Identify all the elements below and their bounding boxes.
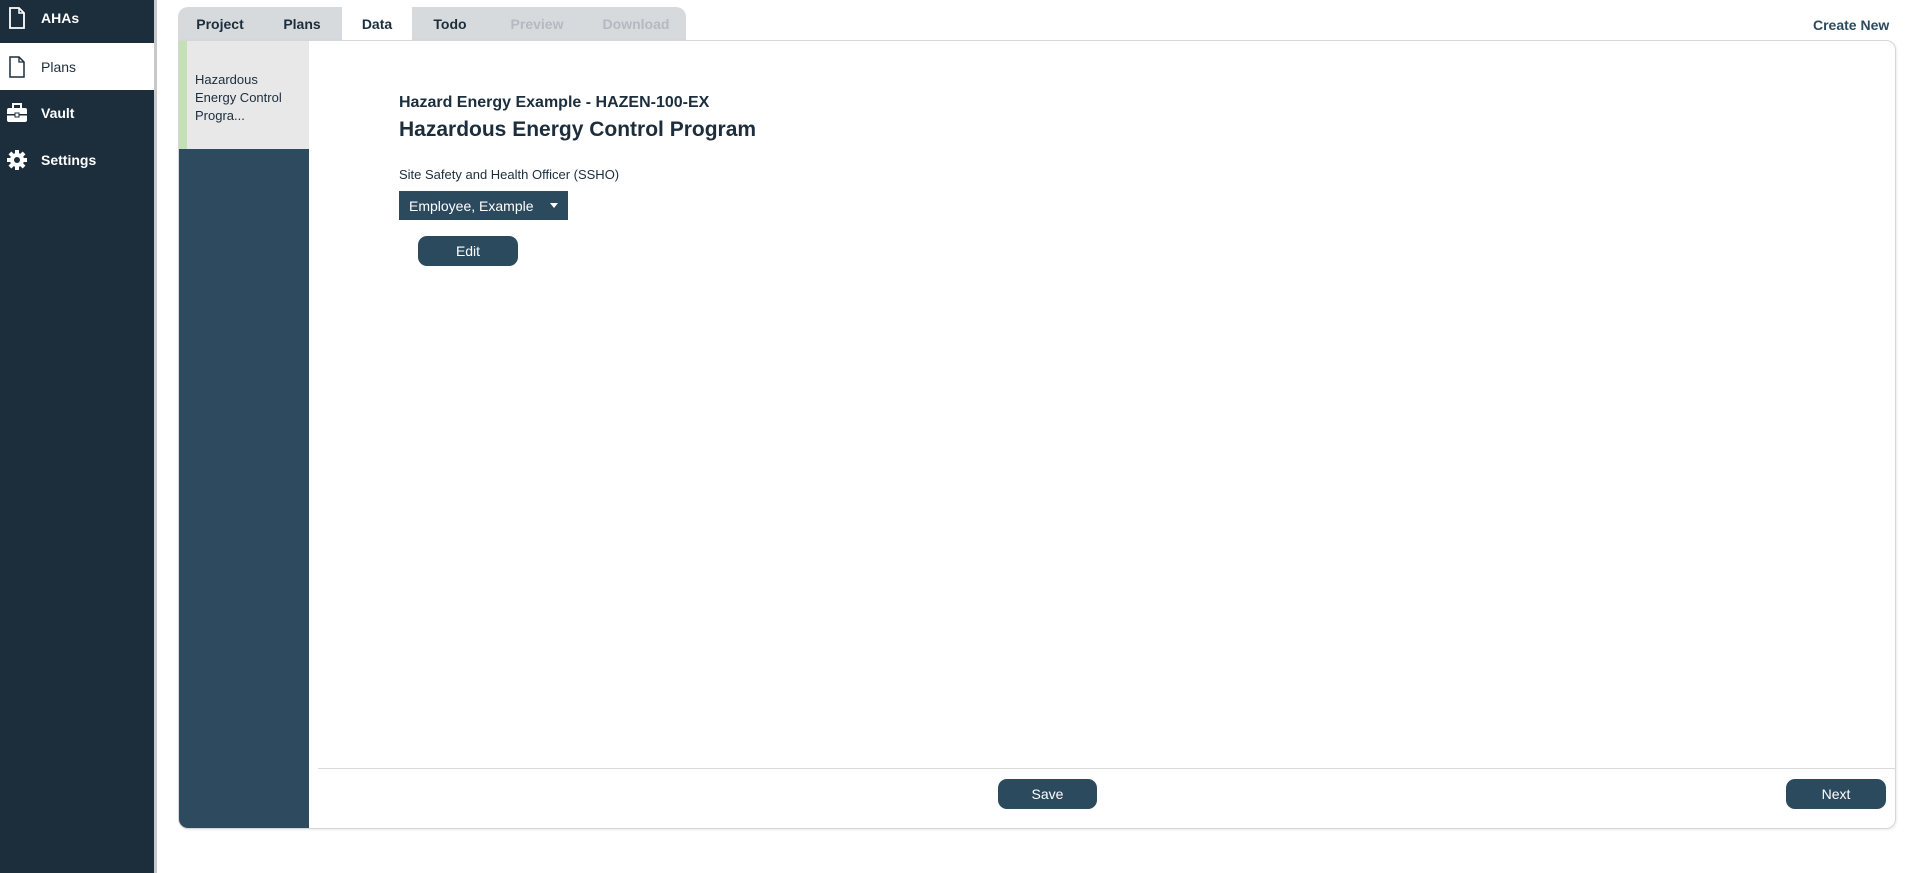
tab-data[interactable]: Data [342, 7, 412, 40]
briefcase-icon [7, 102, 27, 122]
document-icon [9, 6, 25, 29]
sidebar-item-plans[interactable]: Plans [0, 43, 154, 90]
document-icon [9, 55, 25, 78]
ssho-selected-value: Employee, Example [409, 197, 534, 214]
tab-project[interactable]: Project [178, 7, 262, 40]
sidebar-item-label: Settings [41, 151, 97, 168]
sidebar-item-vault[interactable]: Vault [0, 89, 154, 136]
ssho-dropdown[interactable]: Employee, Example [399, 191, 568, 220]
save-button[interactable]: Save [998, 779, 1097, 809]
next-button[interactable]: Next [1786, 779, 1886, 809]
tab-preview: Preview [510, 15, 564, 32]
sidebar-item-label: Plans [41, 58, 77, 75]
tab-bar: Project Plans Data Todo Preview Download [178, 7, 686, 40]
tab-download: Download [602, 15, 670, 32]
create-new-link[interactable]: Create New [1813, 17, 1889, 33]
tab-todo[interactable]: Todo [412, 7, 488, 40]
sidebar: AHAs Plans Vault Settings [0, 0, 157, 873]
edit-button[interactable]: Edit [418, 236, 518, 266]
caret-down-icon [550, 203, 558, 208]
plan-list-item[interactable]: Hazardous Energy Control Progra... [179, 41, 309, 149]
plan-list: Hazardous Energy Control Progra... [179, 41, 309, 828]
gear-icon [7, 149, 27, 170]
sidebar-item-label: Vault [41, 104, 75, 121]
content-card: Hazardous Energy Control Progra... [178, 40, 1896, 829]
plan-subtitle: Hazard Energy Example - HAZEN-100-EX [399, 94, 710, 111]
page-title: Hazardous Energy Control Program [399, 118, 757, 141]
footer-divider [318, 768, 1896, 769]
tab-plans[interactable]: Plans [262, 7, 342, 40]
sidebar-item-ahas[interactable]: AHAs [0, 0, 154, 41]
sidebar-item-settings[interactable]: Settings [0, 136, 154, 183]
ssho-label: Site Safety and Health Officer (SSHO) [399, 167, 620, 182]
sidebar-item-label: AHAs [41, 9, 80, 26]
